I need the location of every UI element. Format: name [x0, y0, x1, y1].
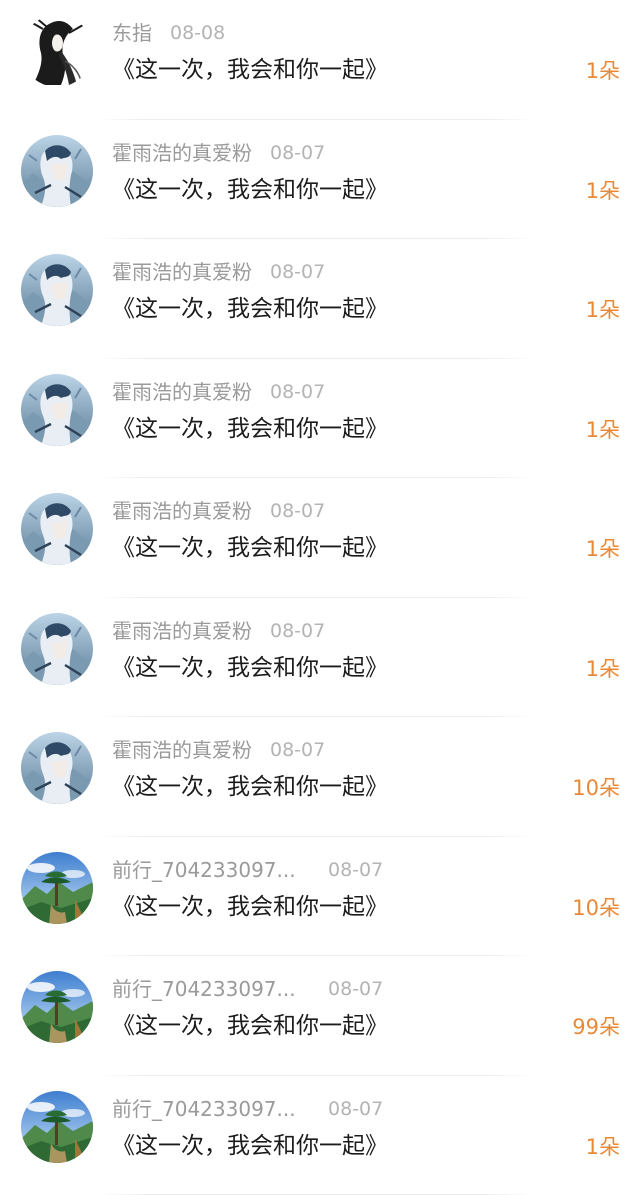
list-item[interactable]: 前行_704233097... 08-07 《这一次，我会和你一起》 10朵 [0, 837, 640, 957]
message-text: 《这一次，我会和你一起》 [112, 291, 388, 327]
timestamp: 08-07 [270, 616, 325, 646]
blue-anime-avatar[interactable] [21, 493, 93, 565]
blue-anime-avatar[interactable] [21, 613, 93, 685]
blue-anime-avatar[interactable] [21, 374, 93, 446]
gift-count: 99朵 [572, 1010, 620, 1044]
gift-count: 1朵 [586, 174, 620, 208]
ink-sketch-avatar[interactable] [21, 15, 93, 87]
message-text: 《这一次，我会和你一起》 [112, 411, 388, 447]
timestamp: 08-07 [270, 377, 325, 407]
message-text: 《这一次，我会和你一起》 [112, 530, 388, 566]
timestamp: 08-07 [328, 974, 383, 1004]
list-item[interactable]: 霍雨浩的真爱粉 08-07 《这一次，我会和你一起》 10朵 [0, 717, 640, 837]
timestamp: 08-07 [270, 496, 325, 526]
username[interactable]: 东指 [112, 18, 152, 48]
timestamp: 08-07 [270, 138, 325, 168]
gift-count: 1朵 [586, 293, 620, 327]
username[interactable]: 霍雨浩的真爱粉 [112, 496, 252, 526]
list-item[interactable]: 霍雨浩的真爱粉 08-07 《这一次，我会和你一起》 1朵 [0, 478, 640, 598]
list-item[interactable]: 霍雨浩的真爱粉 08-07 《这一次，我会和你一起》 1朵 [0, 359, 640, 479]
blue-anime-avatar[interactable] [21, 254, 93, 326]
gift-count: 1朵 [586, 532, 620, 566]
username[interactable]: 霍雨浩的真爱粉 [112, 616, 252, 646]
gift-count: 1朵 [586, 413, 620, 447]
username[interactable]: 霍雨浩的真爱粉 [112, 138, 252, 168]
message-text: 《这一次，我会和你一起》 [112, 1128, 388, 1164]
gift-count: 10朵 [572, 771, 620, 805]
list-item[interactable]: 东指 08-08 《这一次，我会和你一起》 1朵 [0, 0, 640, 120]
pine-landscape-avatar[interactable] [21, 1091, 93, 1163]
timestamp: 08-07 [270, 257, 325, 287]
list-item[interactable]: 霍雨浩的真爱粉 08-07 《这一次，我会和你一起》 1朵 [0, 239, 640, 359]
timestamp: 08-07 [328, 1094, 383, 1124]
message-text: 《这一次，我会和你一起》 [112, 172, 388, 208]
username[interactable]: 前行_704233097... [112, 974, 296, 1004]
username[interactable]: 霍雨浩的真爱粉 [112, 377, 252, 407]
blue-anime-avatar[interactable] [21, 732, 93, 804]
timestamp: 08-07 [270, 735, 325, 765]
timestamp: 08-07 [328, 855, 383, 885]
gift-record-list: 东指 08-08 《这一次，我会和你一起》 1朵 霍雨浩的真爱粉 08-07 《… [0, 0, 640, 1195]
timestamp: 08-08 [170, 18, 225, 48]
message-text: 《这一次，我会和你一起》 [112, 52, 388, 88]
gift-count: 1朵 [586, 652, 620, 686]
message-text: 《这一次，我会和你一起》 [112, 889, 388, 925]
gift-count: 10朵 [572, 891, 620, 925]
pine-landscape-avatar[interactable] [21, 971, 93, 1043]
username[interactable]: 霍雨浩的真爱粉 [112, 257, 252, 287]
message-text: 《这一次，我会和你一起》 [112, 769, 388, 805]
username[interactable]: 前行_704233097... [112, 855, 296, 885]
list-item[interactable]: 霍雨浩的真爱粉 08-07 《这一次，我会和你一起》 1朵 [0, 120, 640, 240]
blue-anime-avatar[interactable] [21, 135, 93, 207]
username[interactable]: 霍雨浩的真爱粉 [112, 735, 252, 765]
message-text: 《这一次，我会和你一起》 [112, 1008, 388, 1044]
list-item[interactable]: 前行_704233097... 08-07 《这一次，我会和你一起》 1朵 [0, 1076, 640, 1195]
gift-count: 1朵 [586, 1130, 620, 1164]
username[interactable]: 前行_704233097... [112, 1094, 296, 1124]
gift-count: 1朵 [586, 54, 620, 88]
message-text: 《这一次，我会和你一起》 [112, 650, 388, 686]
list-item[interactable]: 霍雨浩的真爱粉 08-07 《这一次，我会和你一起》 1朵 [0, 598, 640, 718]
list-item[interactable]: 前行_704233097... 08-07 《这一次，我会和你一起》 99朵 [0, 956, 640, 1076]
pine-landscape-avatar[interactable] [21, 852, 93, 924]
